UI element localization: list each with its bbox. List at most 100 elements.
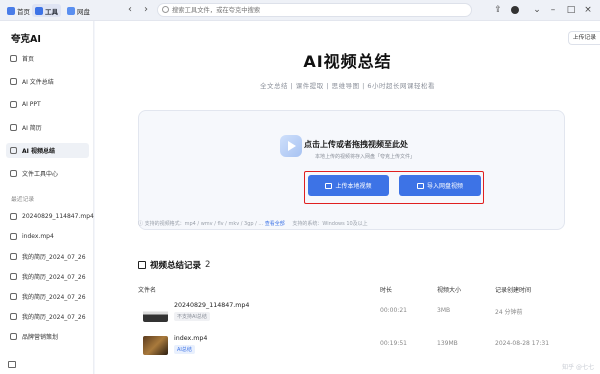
close-icon[interactable]: ×: [583, 5, 593, 15]
records-title: 视频总结记录 2: [138, 259, 210, 271]
brand-title: 夸克AI: [11, 34, 41, 45]
column-header-duration: 时长: [380, 287, 393, 294]
video-icon: [10, 147, 17, 154]
sidebar-item-resume[interactable]: AI 简历: [6, 120, 89, 135]
recent-item-label: 我的简历_2024_07_26: [22, 274, 86, 281]
tools-icon: [35, 6, 43, 15]
sidebar-item-label: AI 文件总结: [22, 79, 54, 86]
upload-icon[interactable]: ⇪: [493, 5, 503, 15]
recent-header: 最近记录: [11, 197, 35, 203]
file-icon: [10, 293, 17, 300]
sidebar-item-file-summary[interactable]: AI 文件总结: [6, 74, 89, 89]
tab-home-label: 首页: [17, 7, 30, 16]
tab-tools-label: 工具: [45, 7, 58, 16]
recent-item-label: 品牌营销策划: [22, 334, 59, 341]
file-icon: [10, 333, 17, 340]
home-icon: [10, 55, 17, 62]
collapse-sidebar-icon[interactable]: [8, 361, 16, 368]
import-cloud-video-button[interactable]: 导入网盘视频: [399, 175, 481, 196]
tab-tools[interactable]: 工具: [32, 4, 61, 17]
sidebar-item-video-summary[interactable]: AI 视频总结: [6, 143, 89, 158]
watermark: 知乎 @七七: [562, 364, 594, 371]
created-time: 2024-08-28 17:31: [495, 340, 550, 347]
cloud-icon: [416, 182, 424, 189]
sidebar-item-file-tools[interactable]: 文件工具中心: [6, 166, 89, 181]
file-icon: [10, 253, 17, 260]
table-row[interactable]: index.mp4 AI总结 00:19:51 139MB 2024-08-28…: [138, 334, 588, 364]
home-icon: [7, 6, 15, 15]
file-name: 20240829_114847.mp4: [174, 302, 250, 309]
file-icon: [10, 213, 17, 220]
recent-item[interactable]: 我的简历_2024_07_26: [6, 269, 89, 284]
upload-record-label: 上传记录: [572, 35, 596, 41]
recent-item-label: 我的简历_2024_07_26: [22, 254, 86, 261]
search-input[interactable]: [172, 5, 462, 16]
duration: 00:00:21: [380, 307, 407, 314]
search-box[interactable]: [157, 3, 472, 17]
recent-item-label: 20240829_114847.mp4: [22, 213, 94, 220]
upload-main-text: 点击上传或者拖拽视频至此处: [304, 140, 408, 149]
upload-local-video-button[interactable]: 上传本地视频: [308, 175, 389, 196]
maximize-icon[interactable]: □: [566, 5, 576, 15]
back-button[interactable]: ‹: [123, 3, 137, 17]
sidebar-item-home[interactable]: 首页: [6, 51, 89, 66]
formats-text: 支持的视频格式：mp4 / wmv / flv / mkv / 3gp / ..…: [144, 221, 264, 227]
document-icon: [10, 78, 17, 85]
view-all-formats-link[interactable]: 查看全部: [265, 221, 285, 227]
ppt-icon: [10, 101, 17, 108]
recent-item[interactable]: index.mp4: [6, 229, 89, 244]
recent-item[interactable]: 品牌营销策划: [6, 329, 89, 344]
cloud-drive-icon: [67, 6, 75, 15]
sidebar-item-label: AI 简历: [22, 125, 42, 132]
records-icon: [138, 261, 146, 269]
file-size: 139MB: [437, 340, 458, 347]
sidebar-item-label: 文件工具中心: [22, 171, 59, 178]
tab-cloud-drive-label: 网盘: [77, 7, 90, 16]
page-title: AI视频总结: [303, 52, 392, 71]
recent-item-label: 我的简历_2024_07_26: [22, 314, 86, 321]
forward-button[interactable]: ›: [139, 3, 153, 17]
upload-record-button[interactable]: 上传记录: [567, 31, 600, 45]
sidebar-item-ppt[interactable]: AI PPT: [6, 97, 89, 112]
recent-item[interactable]: 我的简历_2024_07_26: [6, 289, 89, 304]
file-icon: [10, 313, 17, 320]
tab-cloud-drive[interactable]: 网盘: [64, 4, 93, 17]
video-thumbnail: [143, 303, 168, 322]
column-header-filename: 文件名: [138, 287, 157, 294]
toolbox-icon: [10, 170, 17, 177]
column-header-size: 视频大小: [437, 287, 462, 294]
recent-item-label: index.mp4: [22, 233, 54, 240]
file-icon: [10, 233, 17, 240]
file-name: index.mp4: [174, 335, 208, 342]
recent-item[interactable]: 20240829_114847.mp4: [6, 209, 94, 224]
top-bar: 首页 工具 网盘 ‹ › ⇪ ⌄ – □ ×: [0, 0, 600, 21]
file-icon: [10, 273, 17, 280]
upload-local-label: 上传本地视频: [335, 183, 372, 190]
records-count: 2: [205, 260, 211, 270]
table-row[interactable]: 20240829_114847.mp4 不支持AI总结 00:00:21 3MB…: [138, 301, 588, 331]
avatar[interactable]: [511, 6, 519, 14]
tab-home[interactable]: 首页: [4, 4, 33, 17]
search-icon: [162, 6, 169, 13]
minimize-icon[interactable]: –: [548, 5, 558, 15]
sidebar-item-label: AI 视频总结: [22, 148, 55, 155]
file-size: 3MB: [437, 307, 451, 314]
duration: 00:19:51: [380, 340, 407, 347]
recent-item[interactable]: 我的简历_2024_07_26: [6, 249, 89, 264]
chevron-down-icon[interactable]: ⌄: [532, 5, 542, 15]
resume-icon: [10, 124, 17, 131]
recent-item[interactable]: 我的简历_2024_07_26: [6, 309, 89, 324]
column-header-created: 记录创建时间: [495, 287, 532, 294]
status-badge: AI总结: [174, 345, 195, 354]
recent-item-label: 我的简历_2024_07_26: [22, 294, 86, 301]
status-badge: 不支持AI总结: [174, 312, 210, 321]
upload-dropzone[interactable]: 点击上传或者拖拽视频至此处 本地上传的视频将存入网盘「夸克上传文件」 上传本地视…: [138, 110, 565, 230]
video-play-icon: [280, 135, 302, 157]
sidebar-item-label: AI PPT: [22, 101, 41, 108]
records-title-label: 视频总结记录: [150, 261, 202, 271]
upload-hint: 本地上传的视频将存入网盘「夸克上传文件」: [315, 154, 416, 160]
info-icon: ⓘ: [138, 221, 144, 227]
supported-formats: ⓘ 支持的视频格式：mp4 / wmv / flv / mkv / 3gp / …: [138, 220, 368, 227]
system-text: 支持的系统：Windows 10及以上: [292, 221, 368, 227]
sidebar: 夸克AI 首页 AI 文件总结 AI PPT AI 简历 AI 视频总结 文件工…: [0, 21, 94, 374]
